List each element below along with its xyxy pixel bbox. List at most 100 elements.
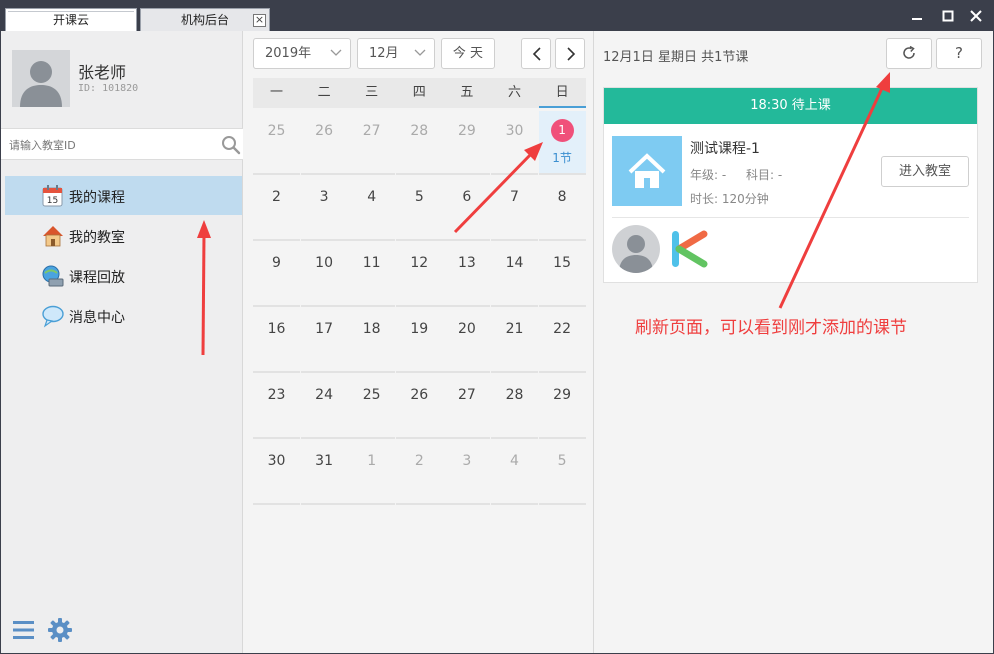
calendar-day-cell[interactable]: 26 (300, 111, 348, 175)
gear-icon[interactable] (48, 618, 72, 642)
sidebar-item-label: 我的课程 (69, 190, 125, 206)
year-select[interactable]: 2019年 (253, 38, 351, 69)
day-detail-panel: 12月1日 星期日 共1节课 ? 18:30 待上课 测试课程-1 年级: - … (595, 31, 993, 653)
calendar-day-cell[interactable]: 4 (491, 441, 538, 505)
close-icon[interactable] (965, 6, 987, 26)
day-number: 4 (510, 453, 519, 469)
maximize-icon[interactable] (937, 6, 959, 26)
calendar-day-cell[interactable]: 6 (443, 177, 491, 241)
calendar-day-cell[interactable]: 28 (395, 111, 443, 175)
selected-day-badge: 1 (550, 119, 574, 142)
sidebar-item-my-courses[interactable]: 15 我的课程 (5, 176, 242, 215)
chevron-down-icon (330, 49, 342, 56)
calendar-day-cell[interactable]: 26 (395, 375, 443, 439)
day-number: 27 (457, 387, 476, 403)
day-number: 5 (414, 189, 424, 205)
day-number: 1 (367, 453, 377, 469)
calendar-day-cell[interactable]: 5 (538, 441, 586, 505)
calendar-day-cell[interactable]: 13 (443, 243, 491, 307)
minimize-icon[interactable] (906, 6, 928, 26)
calendar-day-cell[interactable]: 3 (443, 441, 491, 505)
help-button[interactable]: ? (936, 38, 982, 69)
month-select[interactable]: 12月 (357, 38, 435, 69)
calendar-day-cell[interactable]: 27 (443, 375, 491, 439)
calendar-day-cell[interactable]: 14 (491, 243, 538, 307)
calendar-day-cell[interactable]: 7 (491, 177, 538, 241)
previous-month-button[interactable] (521, 38, 551, 69)
sidebar-item-course-playback[interactable]: 课程回放 (5, 256, 242, 295)
calendar-day-cell[interactable]: 24 (300, 375, 348, 439)
weekday-label: 三 (365, 85, 379, 100)
weekday-header: 一二三四五六日 (253, 78, 586, 108)
day-number: 16 (267, 321, 286, 337)
search-icon[interactable] (221, 135, 241, 155)
calendar-day-cell[interactable]: 2 (395, 441, 443, 505)
month-select-value: 12月 (369, 46, 399, 61)
calendar-day-cell[interactable]: 31 (300, 441, 348, 505)
tab-admin-backend[interactable]: 机构后台 × (140, 8, 270, 31)
calendar-day-cell[interactable]: 20 (443, 309, 491, 373)
calendar-day-cell[interactable]: 27 (348, 111, 396, 175)
tab-label: 机构后台 (180, 13, 229, 27)
teacher-avatar[interactable] (612, 225, 660, 273)
calendar-day-cell[interactable]: 19 (395, 309, 443, 373)
chat-bubble-icon (41, 304, 65, 328)
user-avatar[interactable] (12, 50, 70, 107)
tab-close-icon[interactable]: × (253, 14, 266, 27)
calendar-day-cell[interactable]: 15 (538, 243, 586, 307)
calendar-day-cell[interactable]: 28 (491, 375, 538, 439)
calendar-day-cell[interactable]: 10 (300, 243, 348, 307)
calendar-day-cell[interactable]: 1 (348, 441, 396, 505)
calendar-icon: 15 (41, 184, 65, 208)
user-name: 张老师 (78, 63, 127, 82)
day-number: 3 (319, 189, 329, 205)
weekday-label: 六 (507, 85, 521, 100)
calendar-day-cell[interactable]: 2 (253, 177, 300, 241)
menu-icon[interactable] (12, 618, 36, 642)
sidebar-item-my-classroom[interactable]: 我的教室 (5, 216, 242, 255)
calendar-day-cell[interactable]: 21 (491, 309, 538, 373)
day-number: 22 (553, 321, 571, 337)
day-number: 23 (267, 387, 286, 403)
day-number: 8 (557, 189, 567, 205)
day-number: 29 (457, 123, 476, 139)
refresh-button[interactable] (886, 38, 932, 69)
calendar-day-cell[interactable]: 23 (253, 375, 300, 439)
calendar-day-cell[interactable]: 30 (253, 441, 300, 505)
calendar-day-cell[interactable]: 16 (253, 309, 300, 373)
calendar-day-cell[interactable]: 3 (300, 177, 348, 241)
day-number: 20 (457, 321, 476, 337)
calendar-day-cell[interactable]: 25 (253, 111, 300, 175)
day-number: 21 (505, 321, 524, 337)
calendar-day-cell[interactable]: 9 (253, 243, 300, 307)
weekday-label: 日 (538, 78, 586, 108)
day-summary: 12月1日 星期日 共1节课 (603, 50, 749, 65)
calendar-day-cell[interactable]: 18 (348, 309, 396, 373)
sidebar-item-label: 消息中心 (69, 310, 125, 326)
calendar-day-cell[interactable]: 17 (300, 309, 348, 373)
calendar-day-cell[interactable]: 22 (538, 309, 586, 373)
calendar-day-cell[interactable]: 29 (538, 375, 586, 439)
calendar-day-cell[interactable]: 1 1节 (538, 111, 586, 175)
weekday-label: 五 (460, 85, 474, 100)
calendar-panel: 2019年 12月 今 天 一二三四五六日 25 26 27 28 29 30 1 1节 2 3 4… (244, 31, 594, 653)
calendar-day-cell[interactable]: 5 (395, 177, 443, 241)
calendar-day-cell[interactable]: 12 (395, 243, 443, 307)
sidebar-item-label: 我的教室 (69, 230, 125, 246)
calendar-day-cell[interactable]: 30 (491, 111, 538, 175)
tab-kaikeyun[interactable]: 开课云 (5, 8, 137, 31)
weekday-label: 二 (317, 85, 331, 100)
course-card: 18:30 待上课 测试课程-1 年级: - 科目: - 时长: 120分钟 进… (603, 87, 978, 283)
calendar-day-cell[interactable]: 4 (348, 177, 396, 241)
calendar-day-cell[interactable]: 25 (348, 375, 396, 439)
day-number: 10 (315, 255, 333, 271)
calendar-day-cell[interactable]: 29 (443, 111, 491, 175)
sidebar-item-message-center[interactable]: 消息中心 (5, 296, 242, 335)
course-thumbnail (612, 136, 682, 206)
calendar-day-cell[interactable]: 8 (538, 177, 586, 241)
enter-classroom-button[interactable]: 进入教室 (881, 156, 969, 187)
today-button[interactable]: 今 天 (441, 38, 495, 69)
calendar-day-cell[interactable]: 11 (348, 243, 396, 307)
classroom-id-input[interactable] (9, 135, 209, 155)
next-month-button[interactable] (555, 38, 585, 69)
